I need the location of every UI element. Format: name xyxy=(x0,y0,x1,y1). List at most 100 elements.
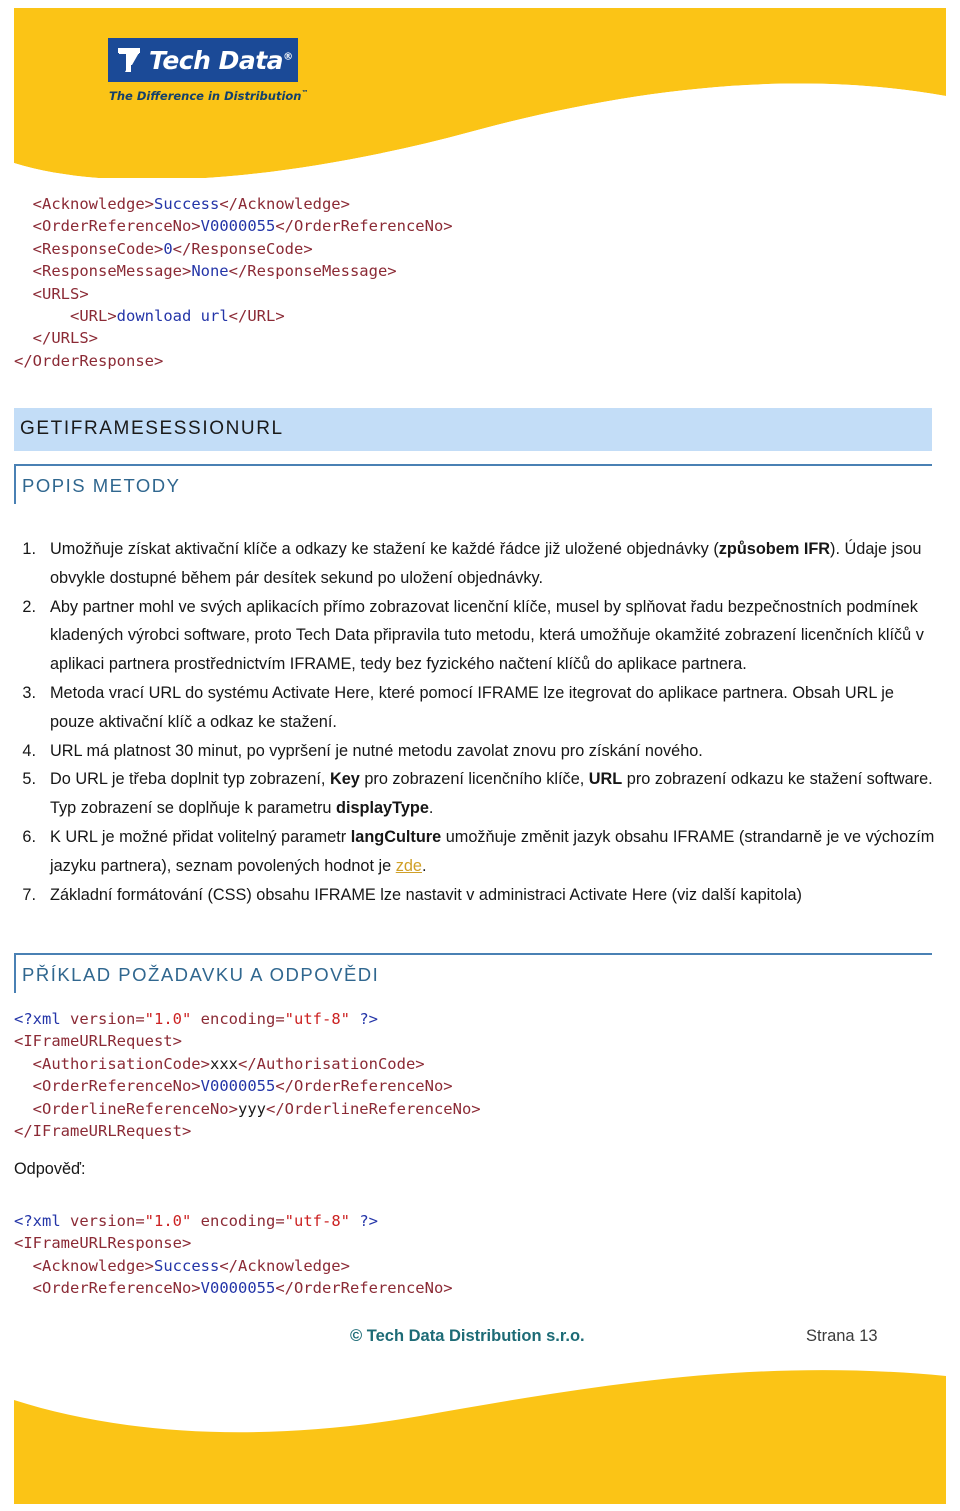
code-token-pi: <?xml xyxy=(14,1010,70,1028)
xml-order-response-snippet: <Acknowledge>Success</Acknowledge> <Orde… xyxy=(14,193,453,372)
tech-data-logo: Tech Data® The Difference in Distributio… xyxy=(108,38,316,103)
tech-data-mark-icon xyxy=(118,48,140,72)
code-token-pi: ?> xyxy=(350,1212,378,1230)
list-item: 1. Umožňuje získat aktivační klíče a odka… xyxy=(14,535,936,593)
code-token-tag: </ResponseMessage> xyxy=(228,262,397,281)
emphasis-text: URL xyxy=(588,770,623,789)
body-text: Do URL je třeba doplnit typ zobrazení, xyxy=(50,770,330,789)
code-token-tag: <OrderReferenceNo> xyxy=(32,1279,201,1298)
list-item-text: Metoda vrací URL do systému Activate Her… xyxy=(50,679,936,737)
code-token-val: V0000055 xyxy=(200,1077,276,1096)
code-token-tag: <OrderReferenceNo> xyxy=(32,1077,201,1096)
emphasis-text: způsobem IFR xyxy=(718,540,831,558)
emphasis-text: displayType xyxy=(336,799,429,818)
footer-wave-shape xyxy=(0,1356,960,1511)
code-token-attr: encoding= xyxy=(200,1010,285,1028)
code-token-val: None xyxy=(191,262,229,281)
code-token-tag: <Acknowledge> xyxy=(32,1256,154,1275)
code-line: <URL>download url</URL> xyxy=(14,305,453,327)
code-line: <OrderReferenceNo>V0000055</OrderReferen… xyxy=(14,1277,453,1299)
code-token-tag: </ResponseCode> xyxy=(172,239,313,258)
inline-link-zde[interactable]: zde xyxy=(396,857,422,875)
code-token-tag: <AuthorisationCode> xyxy=(32,1054,210,1073)
list-item: 4. URL má platnost 30 minut, po vypršení … xyxy=(14,737,936,766)
footer-page-number: Strana 13 xyxy=(806,1327,878,1345)
logo-tagline: The Difference in Distribution™ xyxy=(109,89,316,103)
code-token-tag: <ResponseMessage> xyxy=(32,262,192,281)
code-line: <URLS> xyxy=(14,283,453,305)
code-token-attr: encoding= xyxy=(200,1212,285,1230)
code-line: <Acknowledge>Success</Acknowledge> xyxy=(14,193,453,215)
list-item-text: Do URL je třeba doplnit typ zobrazení, K… xyxy=(50,765,936,823)
code-token-attr: version= xyxy=(70,1010,145,1028)
list-item: 5. Do URL je třeba doplnit typ zobrazení,… xyxy=(14,765,936,823)
list-item-text: Základní formátování (CSS) obsahu IFRAME… xyxy=(50,881,936,910)
code-token-str: "utf-8" xyxy=(284,1212,350,1230)
code-token-tag: </Acknowledge> xyxy=(219,195,350,213)
body-text: Umožňuje získat aktivační klíče a odkazy… xyxy=(50,540,719,558)
body-text: . xyxy=(428,799,434,818)
logo-badge: Tech Data® xyxy=(108,38,298,82)
logo-wordmark: Tech Data® xyxy=(149,48,293,73)
logo-wordmark-text: Tech Data xyxy=(149,45,284,75)
code-token-str: "utf-8" xyxy=(284,1010,350,1028)
code-line: <IFrameURLRequest> xyxy=(14,1030,481,1052)
code-line: </IFrameURLRequest> xyxy=(14,1120,481,1142)
code-token-tag: </Acknowledge> xyxy=(219,1256,350,1275)
code-token-tag: </URL> xyxy=(228,307,285,326)
list-item-text: Aby partner mohl ve svých aplikacích pří… xyxy=(50,593,936,679)
section-heading-priklad-pozadavku: PŘÍKLAD POŽADAVKU A ODPOVĚDI xyxy=(14,953,932,993)
code-token-tag: </OrderReferenceNo> xyxy=(275,1279,453,1298)
code-token-plain: xxx xyxy=(209,1054,238,1073)
code-token-tag: </IFrameURLRequest> xyxy=(14,1122,192,1141)
list-item: 6. K URL je možné přidat volitelný parame… xyxy=(14,823,936,881)
code-line: <OrderReferenceNo>V0000055</OrderReferen… xyxy=(14,215,453,237)
code-token-tag: <IFrameURLRequest> xyxy=(14,1032,182,1051)
code-line: <ResponseMessage>None</ResponseMessage> xyxy=(14,260,453,282)
registered-mark-icon: ® xyxy=(283,51,293,63)
trademark-mark-icon: ™ xyxy=(301,89,309,98)
list-item-number: 1. xyxy=(22,540,36,558)
code-line: </URLS> xyxy=(14,327,453,349)
code-token-attr: version= xyxy=(70,1212,145,1230)
emphasis-text: Key xyxy=(329,770,360,789)
code-token-val: 0 xyxy=(163,239,173,258)
code-token-val: V0000055 xyxy=(200,1279,276,1298)
code-token-tag: </OrderlineReferenceNo> xyxy=(265,1099,481,1118)
code-line: <Acknowledge>Success</Acknowledge> xyxy=(14,1255,453,1277)
code-token-tag: <Acknowledge> xyxy=(32,195,154,213)
footer-copyright: © Tech Data Distribution s.r.o. xyxy=(350,1327,585,1345)
section-heading-popis-metody: POPIS METODY xyxy=(14,464,932,504)
code-token-val: Success xyxy=(154,1256,220,1275)
code-token-tag: </AuthorisationCode> xyxy=(237,1054,425,1073)
code-line: <OrderReferenceNo>V0000055</OrderReferen… xyxy=(14,1075,481,1097)
code-token-tag: </OrderReferenceNo> xyxy=(275,1077,453,1096)
code-line: </OrderResponse> xyxy=(14,350,453,372)
code-token-val: download url xyxy=(116,307,229,326)
list-item-text: URL má platnost 30 minut, po vypršení je… xyxy=(50,737,936,766)
code-token-pi: <?xml xyxy=(14,1212,70,1230)
list-item: 3. Metoda vrací URL do systému Activate H… xyxy=(14,679,936,737)
code-line: <OrderlineReferenceNo>yyy</OrderlineRefe… xyxy=(14,1098,481,1120)
code-token-str: "1.0" xyxy=(144,1212,192,1230)
logo-tagline-text: The Difference in Distribution xyxy=(109,89,302,103)
code-line: <?xml version="1.0" encoding="utf-8" ?> xyxy=(14,1210,453,1232)
code-token-tag: <ResponseCode> xyxy=(32,239,164,258)
code-token-tag: <OrderReferenceNo> xyxy=(32,217,201,236)
method-description-list: 1. Umožňuje získat aktivační klíče a odka… xyxy=(14,535,936,909)
xml-iframe-url-response-snippet: <?xml version="1.0" encoding="utf-8" ?> <… xyxy=(14,1210,453,1300)
response-label: Odpověď: xyxy=(14,1160,86,1178)
list-item: 2. Aby partner mohl ve svých aplikacích p… xyxy=(14,593,936,679)
body-text: pro zobrazení licenčního klíče, xyxy=(359,770,589,789)
section-heading-getiframesessionurl: GETIFRAMESESSIONURL xyxy=(14,408,932,451)
list-item-text: Umožňuje získat aktivační klíče a odkazy… xyxy=(50,535,936,593)
code-line: <?xml version="1.0" encoding="utf-8" ?> xyxy=(14,1008,481,1030)
list-item: 7. Základní formátování (CSS) obsahu IFRA… xyxy=(14,881,936,910)
list-item-text: K URL je možné přidat volitelný parametr… xyxy=(50,823,936,881)
body-text: Metoda vrací URL do systému Activate Her… xyxy=(50,683,894,731)
list-item-number: 3. xyxy=(22,683,36,702)
page-header: Tech Data® The Difference in Distributio… xyxy=(0,0,960,178)
code-token-tag: <IFrameURLResponse> xyxy=(14,1234,192,1253)
